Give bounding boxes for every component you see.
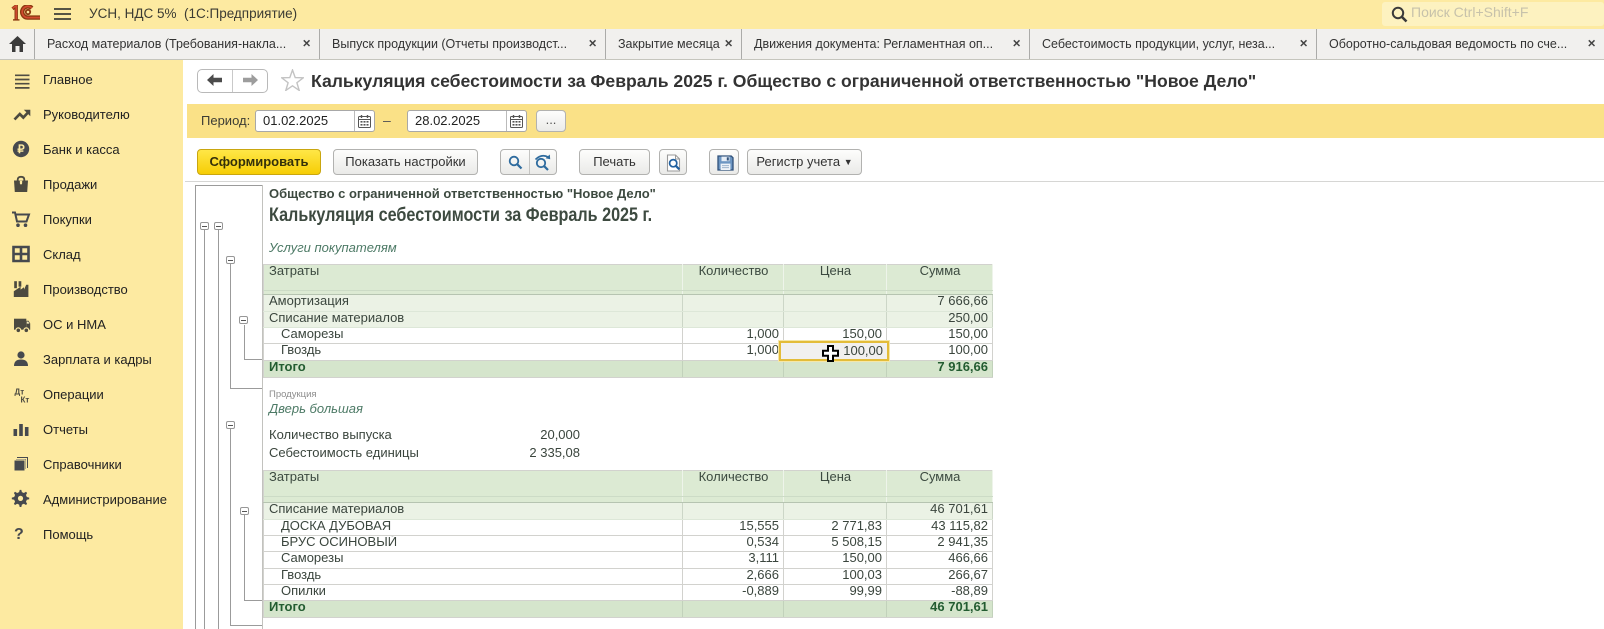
svg-text:₽: ₽ xyxy=(17,144,25,156)
svg-text:Кт: Кт xyxy=(21,396,30,405)
